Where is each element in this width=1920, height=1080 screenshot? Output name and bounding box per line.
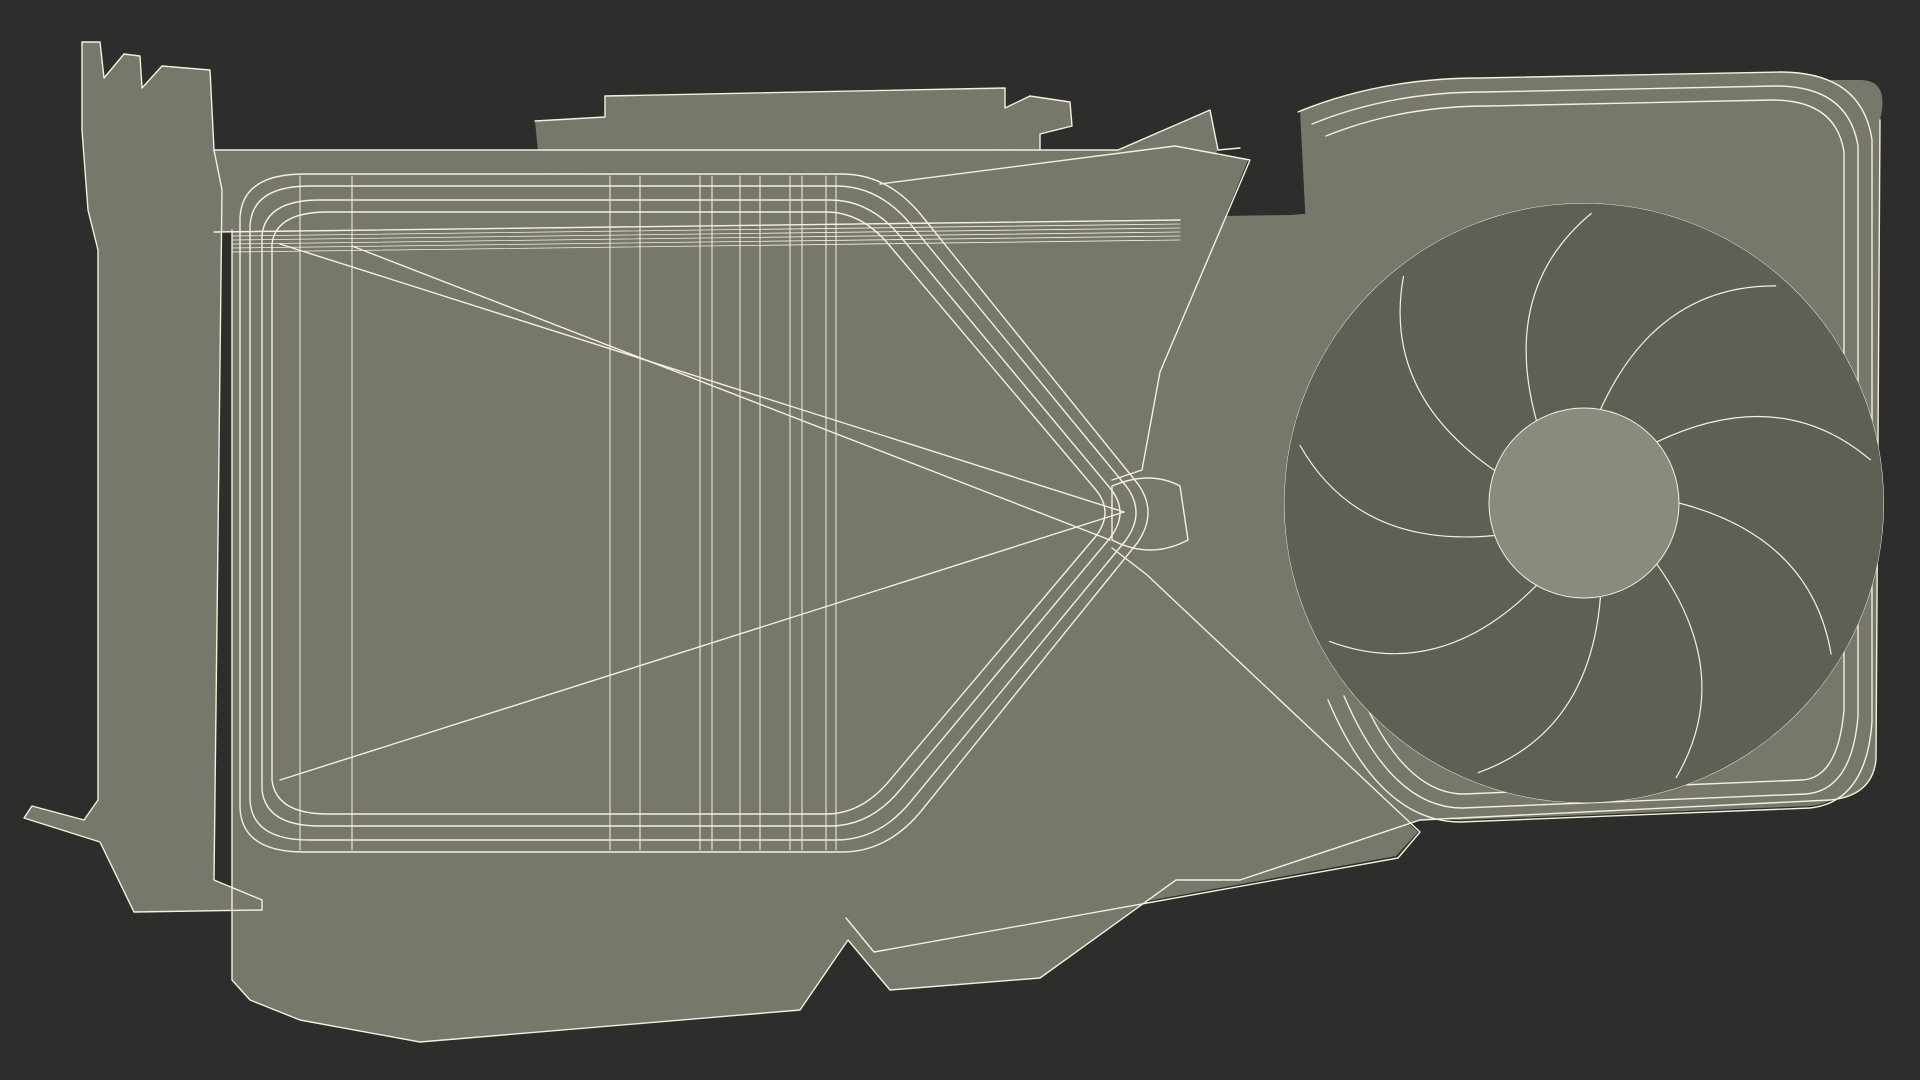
fan-hub [1488, 407, 1680, 599]
graphics-card-wireframe-render [0, 0, 1920, 1080]
render-viewport [0, 0, 1920, 1080]
fan-assembly [1284, 203, 1884, 803]
